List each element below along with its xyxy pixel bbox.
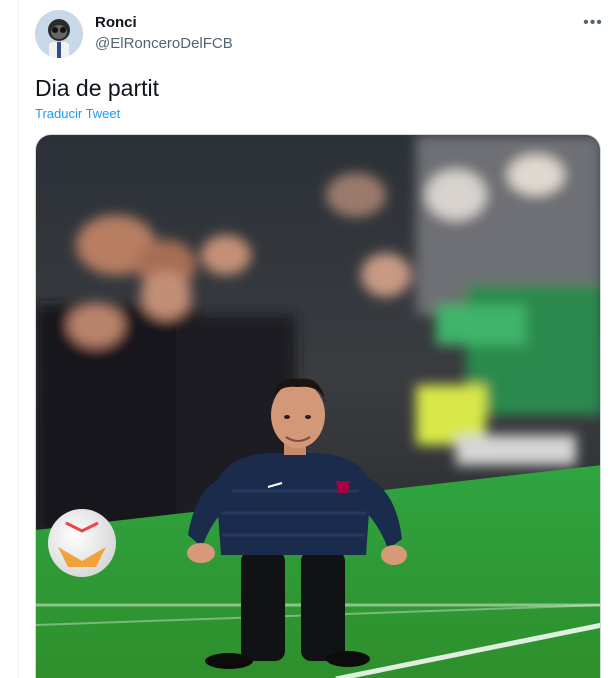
tweet-text: Dia de partit bbox=[35, 75, 160, 101]
author-handle[interactable]: @ElRonceroDelFCB bbox=[95, 35, 233, 52]
more-horizontal-icon: ••• bbox=[583, 14, 603, 31]
timeline-divider bbox=[18, 0, 19, 678]
author-avatar[interactable] bbox=[35, 10, 83, 58]
more-options-button[interactable]: ••• bbox=[581, 11, 605, 35]
translate-tweet-link[interactable]: Traducir Tweet bbox=[35, 106, 120, 121]
author-name[interactable]: Ronci bbox=[95, 14, 137, 31]
photo-content bbox=[36, 135, 600, 678]
tweet-photo[interactable] bbox=[35, 134, 601, 678]
